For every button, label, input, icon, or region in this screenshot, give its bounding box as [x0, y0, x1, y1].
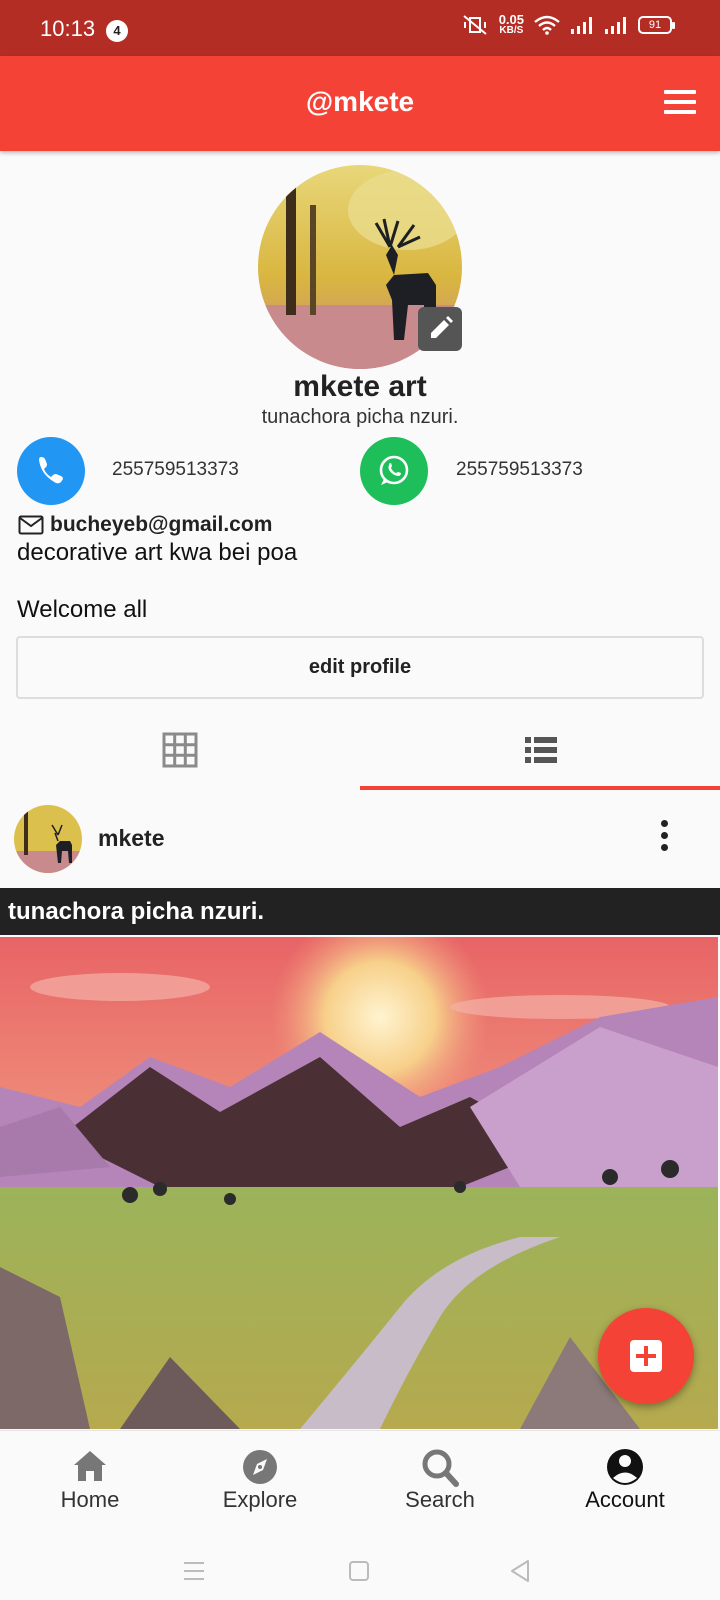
bottom-navigation: Home Explore Search Account — [0, 1430, 720, 1540]
edit-avatar-button[interactable] — [418, 307, 462, 351]
phone-icon — [39, 457, 63, 484]
nav-search-label: Search — [405, 1487, 475, 1512]
list-icon — [525, 737, 557, 763]
nav-search[interactable]: Search — [350, 1431, 530, 1541]
signal-strength-2-icon — [605, 17, 626, 34]
page-title: @mkete — [305, 86, 415, 117]
status-bar: 10:13 4 0.05 KB/S 91 — [0, 0, 720, 56]
nav-explore-label: Explore — [222, 1487, 298, 1512]
account-icon — [607, 1449, 643, 1485]
whatsapp-number[interactable]: 255759513373 — [456, 459, 583, 481]
post-avatar-image — [14, 805, 82, 873]
recent-apps-icon[interactable] — [182, 1560, 206, 1582]
profile-display-name: mkete art — [293, 370, 427, 403]
post-author-username[interactable]: mkete — [98, 825, 164, 852]
system-navigation-bar — [0, 1540, 720, 1600]
notification-count-badge: 4 — [106, 20, 128, 42]
tab-grid-view[interactable] — [0, 710, 360, 790]
nav-account[interactable]: Account — [535, 1431, 715, 1541]
nav-explore[interactable]: Explore — [170, 1431, 350, 1541]
add-post-button[interactable] — [598, 1308, 694, 1404]
call-button[interactable] — [17, 437, 85, 505]
tab-list-view[interactable] — [360, 710, 720, 790]
network-speed: 0.05 KB/S — [498, 12, 524, 36]
status-icons: 0.05 KB/S 91 — [461, 12, 675, 36]
wifi-icon — [534, 15, 560, 35]
status-time: 10:13 — [40, 16, 96, 41]
pencil-icon — [431, 316, 453, 338]
back-icon[interactable] — [508, 1559, 532, 1583]
search-icon — [422, 1449, 459, 1487]
battery-indicator: 91 — [638, 16, 675, 34]
mail-icon — [18, 515, 44, 535]
profile-welcome-text: Welcome all — [17, 596, 148, 623]
post-author-avatar[interactable] — [14, 805, 82, 873]
whatsapp-icon — [379, 455, 409, 485]
post-caption: tunachora picha nzuri. — [8, 898, 265, 925]
hamburger-menu-icon[interactable] — [664, 90, 696, 116]
signal-strength-icon — [571, 17, 592, 34]
network-speed-value: 0.05 — [498, 12, 524, 27]
nav-account-label: Account — [585, 1487, 665, 1512]
profile-description: decorative art kwa bei poa — [17, 539, 298, 566]
nav-home[interactable]: Home — [0, 1431, 180, 1541]
nav-home-label: Home — [60, 1487, 120, 1512]
add-box-icon — [630, 1340, 662, 1372]
more-options-icon[interactable] — [656, 820, 672, 854]
compass-icon — [243, 1450, 277, 1484]
grid-icon — [162, 732, 198, 768]
phone-number[interactable]: 255759513373 — [112, 459, 239, 481]
home-icon — [74, 1451, 106, 1481]
edit-profile-button[interactable]: edit profile — [16, 636, 704, 699]
network-speed-unit: KB/S — [499, 25, 524, 36]
home-square-icon[interactable] — [348, 1560, 370, 1582]
selected-tab-indicator — [360, 786, 720, 790]
whatsapp-button[interactable] — [360, 437, 428, 505]
email-row[interactable]: bucheyeb@gmail.com — [18, 513, 272, 537]
profile-bio: tunachora picha nzuri. — [261, 406, 459, 428]
mute-vibrate-icon — [463, 15, 487, 35]
email-address: bucheyeb@gmail.com — [50, 513, 273, 536]
app-bar: @mkete — [0, 56, 720, 151]
